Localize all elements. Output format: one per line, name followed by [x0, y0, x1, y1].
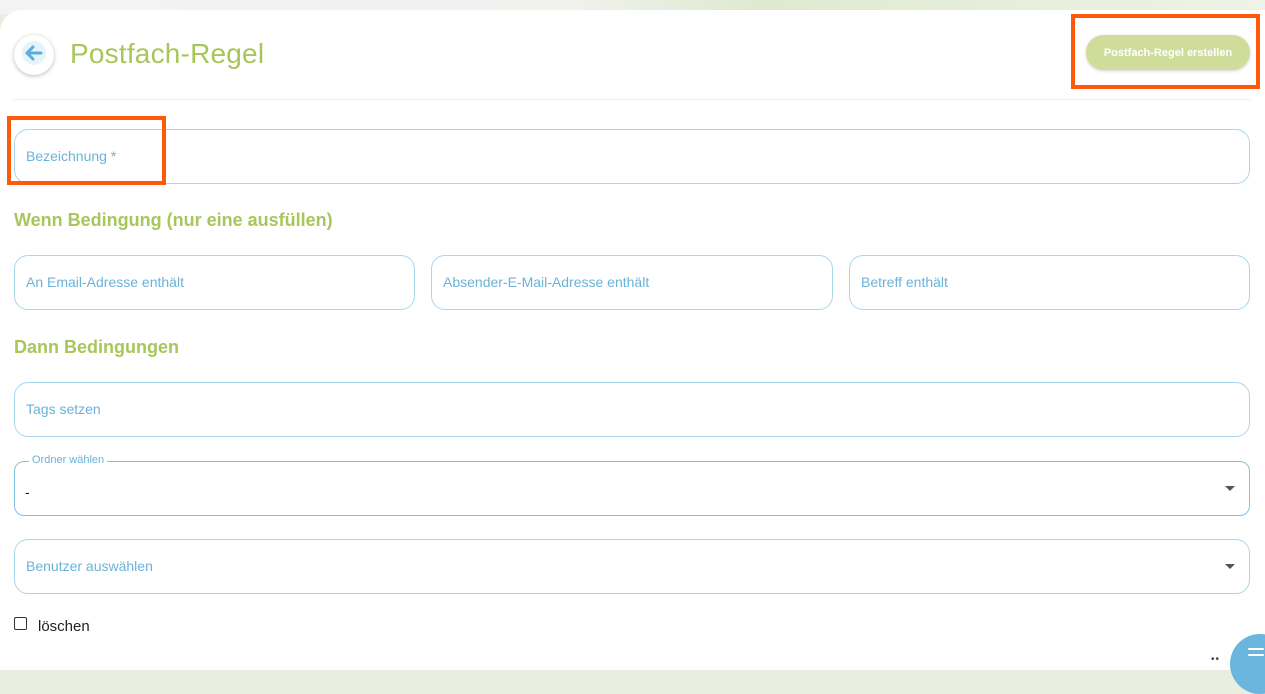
name-field-placeholder: Bezeichnung * [26, 148, 117, 164]
chevron-down-icon [1225, 564, 1235, 569]
header-divider [14, 99, 1250, 100]
to-address-field[interactable]: An Email-Adresse enthält [14, 255, 415, 310]
tags-field-placeholder: Tags setzen [26, 401, 101, 417]
chevron-down-icon [1225, 486, 1235, 491]
sender-address-field[interactable]: Absender-E-Mail-Adresse enthält [431, 255, 833, 310]
condition-section-title: Wenn Bedingung (nur eine ausfüllen) [14, 210, 333, 230]
delete-checkbox[interactable] [14, 617, 27, 630]
tags-field[interactable]: Tags setzen [14, 382, 1250, 437]
arrow-left-icon [21, 40, 47, 71]
user-select[interactable]: Benutzer auswählen [14, 539, 1250, 594]
more-dots-icon[interactable]: •• [1211, 654, 1220, 665]
folder-select-value: - [25, 484, 30, 500]
sender-address-placeholder: Absender-E-Mail-Adresse enthält [443, 274, 650, 290]
create-rule-button[interactable]: Postfach-Regel erstellen [1086, 35, 1250, 70]
delete-checkbox-label: löschen [38, 618, 90, 635]
action-section-title: Dann Bedingungen [14, 337, 179, 357]
user-select-placeholder: Benutzer auswählen [26, 558, 153, 574]
back-button[interactable] [14, 35, 54, 75]
to-address-placeholder: An Email-Adresse enthält [26, 274, 184, 290]
page-title: Postfach-Regel [70, 38, 265, 69]
folder-select-label: Ordner wählen [29, 454, 108, 466]
folder-select[interactable]: Ordner wählen - [14, 454, 1250, 516]
subject-field[interactable]: Betreff enthält [849, 255, 1250, 310]
subject-placeholder: Betreff enthält [861, 274, 948, 290]
name-field[interactable]: Bezeichnung * [14, 129, 1250, 184]
